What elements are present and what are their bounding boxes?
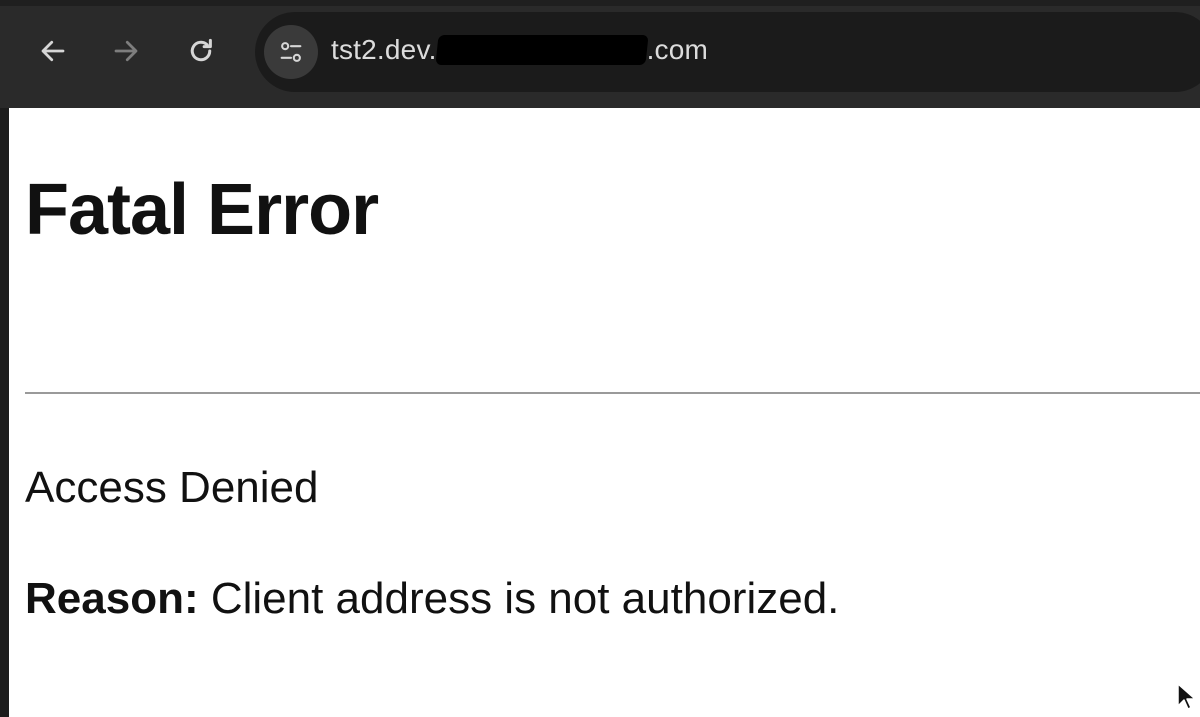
mouse-cursor-icon (1177, 683, 1196, 710)
arrow-left-icon (41, 40, 65, 62)
browser-window: tst2.dev. .com Fatal Error Access Denied … (0, 0, 1200, 717)
reload-button[interactable] (178, 28, 224, 74)
toolbar-top-strip (0, 0, 1200, 6)
back-button[interactable] (30, 28, 76, 74)
url-text[interactable]: tst2.dev. .com (331, 34, 708, 66)
reason-text: Client address is not authorized. (198, 574, 840, 623)
error-message: Access Denied (25, 463, 319, 512)
site-info-button[interactable] (264, 25, 318, 79)
forward-button[interactable] (103, 28, 149, 74)
page-content: Fatal Error Access Denied Reason: Client… (25, 108, 1200, 717)
divider (25, 392, 1200, 394)
arrow-right-icon (114, 40, 138, 62)
error-reason: Reason: Client address is not authorized… (25, 577, 839, 621)
reload-icon (190, 38, 212, 62)
reason-label: Reason: (25, 574, 199, 623)
address-bar[interactable]: tst2.dev. .com (255, 12, 1200, 92)
page-title: Fatal Error (25, 170, 379, 250)
url-suffix: .com (646, 34, 709, 65)
site-settings-icon (280, 42, 302, 62)
url-prefix: tst2.dev. (331, 34, 437, 65)
url-redaction (434, 35, 649, 65)
browser-toolbar: tst2.dev. .com (0, 0, 1200, 108)
